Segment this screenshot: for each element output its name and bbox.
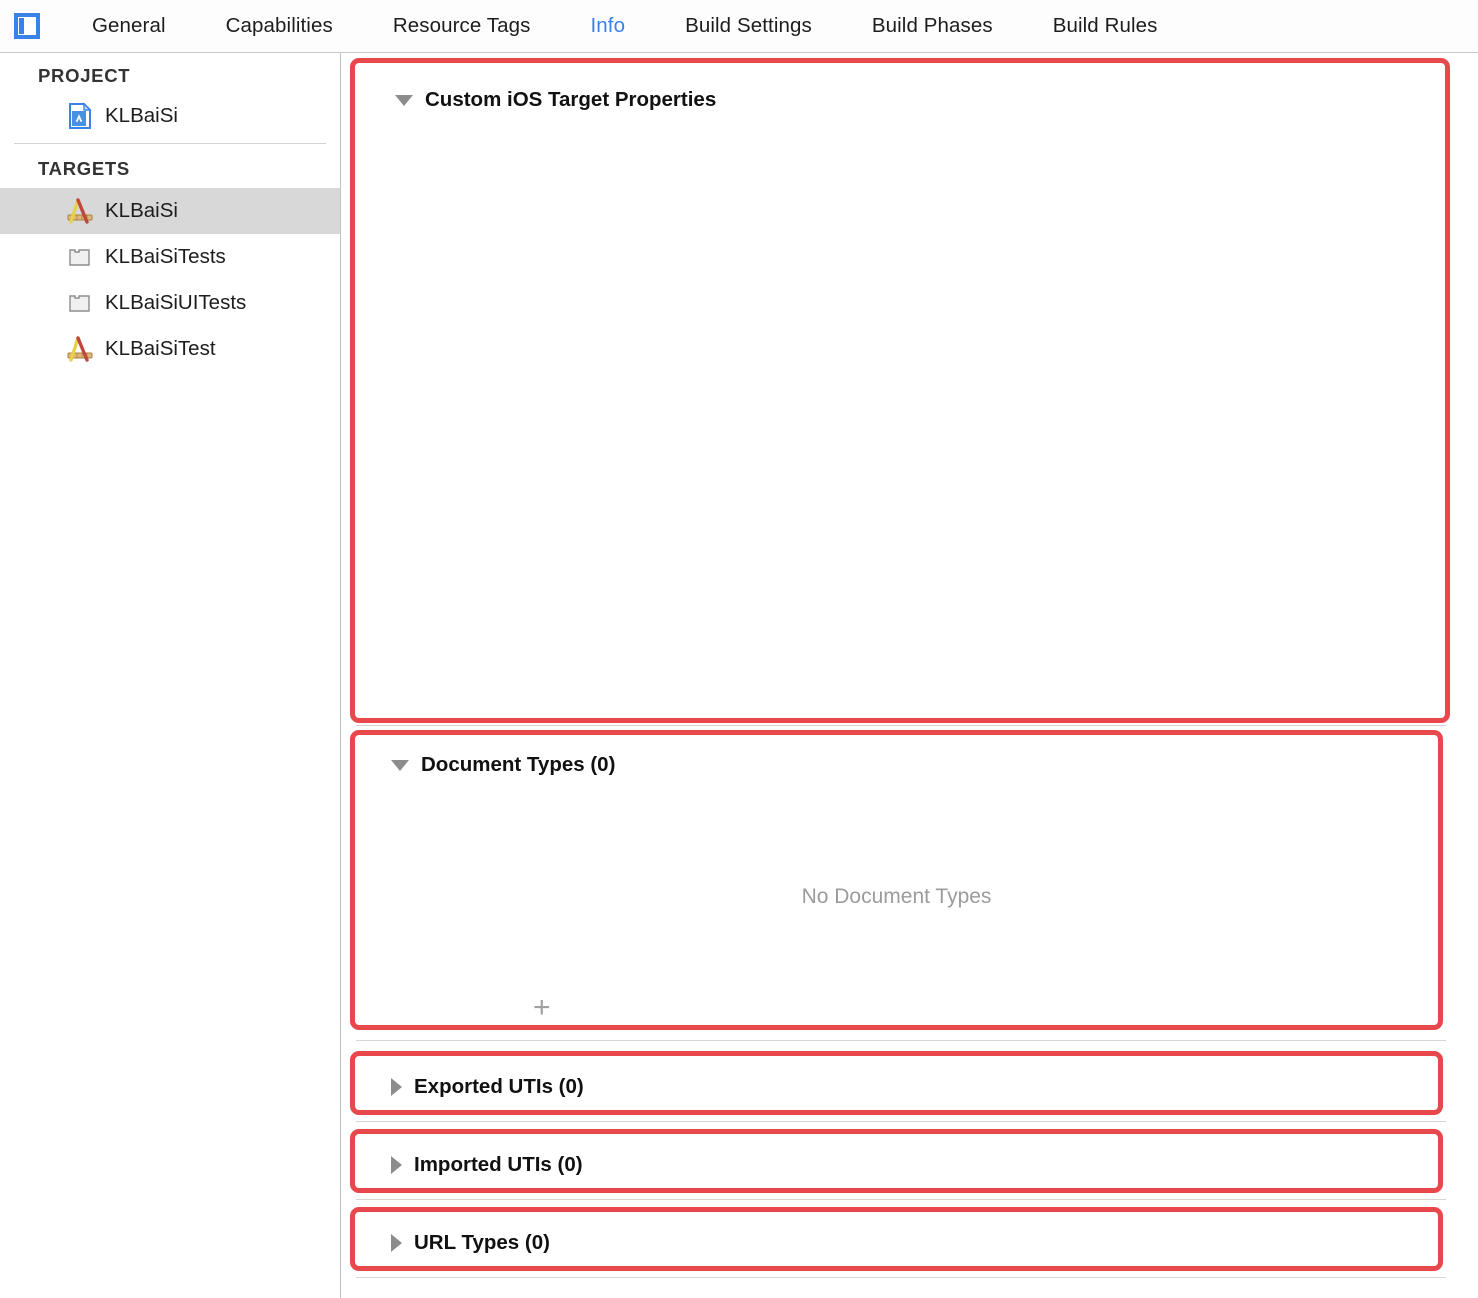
url-types-highlight-box: URL Types (0) — [350, 1207, 1443, 1271]
sidebar-item-target-klbaisitests[interactable]: KLBaiSiTests — [0, 234, 340, 280]
sidebar-item-project-klbaisi[interactable]: KLBaiSi — [0, 93, 340, 139]
tab-build-phases[interactable]: Build Phases — [872, 14, 993, 38]
triangle-down-icon[interactable] — [391, 759, 409, 771]
tab-build-settings[interactable]: Build Settings — [685, 14, 812, 38]
triangle-right-icon[interactable] — [391, 1078, 402, 1096]
tab-general[interactable]: General — [92, 14, 166, 38]
exported-utis-highlight-box: Exported UTIs (0) — [350, 1051, 1443, 1115]
triangle-down-icon[interactable] — [395, 94, 413, 106]
sidebar-divider — [14, 143, 326, 144]
sidebar-item-label: KLBaiSiTests — [105, 245, 226, 268]
sidebar-item-label: KLBaiSi — [105, 104, 178, 127]
sidebar-item-label: KLBaiSiUITests — [105, 291, 247, 314]
info-editor-panel: Custom iOS Target Properties Key Type Va… — [342, 53, 1478, 1298]
triangle-right-icon[interactable] — [391, 1234, 402, 1252]
exported-utis-header[interactable]: Exported UTIs (0) — [391, 1075, 1438, 1099]
url-types-header[interactable]: URL Types (0) — [391, 1231, 1438, 1255]
tab-capabilities[interactable]: Capabilities — [226, 14, 333, 38]
custom-properties-title: Custom iOS Target Properties — [425, 88, 717, 111]
sidebar-item-target-klbaisiuitests[interactable]: KLBaiSiUITests — [0, 280, 340, 326]
document-types-header[interactable]: Document Types (0) — [391, 753, 1438, 777]
section-separator — [356, 1277, 1446, 1278]
sidebar-toggle-icon[interactable] — [14, 13, 40, 39]
app-target-icon — [66, 197, 94, 225]
add-document-type-button[interactable]: + — [533, 993, 551, 1023]
document-types-highlight-box: Document Types (0) No Document Types + — [350, 730, 1443, 1030]
test-bundle-icon — [66, 289, 94, 317]
sidebar-item-label: KLBaiSi — [105, 199, 178, 222]
sidebar-item-target-klbaisi[interactable]: KLBaiSi — [0, 188, 340, 234]
imported-utis-title: Imported UTIs (0) — [414, 1153, 583, 1176]
tab-info[interactable]: Info — [591, 14, 626, 38]
triangle-right-icon[interactable] — [391, 1156, 402, 1174]
document-types-empty-message: No Document Types — [801, 885, 992, 908]
sidebar-item-label: KLBaiSiTest — [105, 337, 216, 360]
custom-properties-header[interactable]: Custom iOS Target Properties — [395, 88, 1445, 112]
sidebar-section-targets: TARGETS — [38, 158, 130, 179]
section-separator — [356, 1040, 1446, 1041]
section-separator — [356, 725, 1446, 726]
imported-utis-highlight-box: Imported UTIs (0) — [350, 1129, 1443, 1193]
imported-utis-header[interactable]: Imported UTIs (0) — [391, 1153, 1438, 1177]
project-navigator-sidebar: PROJECT KLBaiSi TARGETS KLBaiSi KLBaiSiT… — [0, 53, 341, 1298]
document-types-title: Document Types (0) — [421, 753, 616, 776]
editor-tab-bar: General Capabilities Resource Tags Info … — [0, 0, 1478, 53]
tab-build-rules[interactable]: Build Rules — [1053, 14, 1158, 38]
xcode-project-icon — [66, 102, 94, 130]
sidebar-item-target-klbaisitest[interactable]: KLBaiSiTest — [0, 326, 340, 372]
tab-list: General Capabilities Resource Tags Info … — [92, 14, 1158, 38]
section-separator — [356, 1199, 1446, 1200]
sidebar-section-project: PROJECT — [38, 65, 131, 86]
custom-properties-highlight-box: Custom iOS Target Properties Key Type Va… — [350, 58, 1450, 723]
exported-utis-title: Exported UTIs (0) — [414, 1075, 584, 1098]
section-separator — [356, 1121, 1446, 1122]
url-types-title: URL Types (0) — [414, 1231, 550, 1254]
app-target-icon — [66, 335, 94, 363]
tab-resource-tags[interactable]: Resource Tags — [393, 14, 531, 38]
test-bundle-icon — [66, 243, 94, 271]
